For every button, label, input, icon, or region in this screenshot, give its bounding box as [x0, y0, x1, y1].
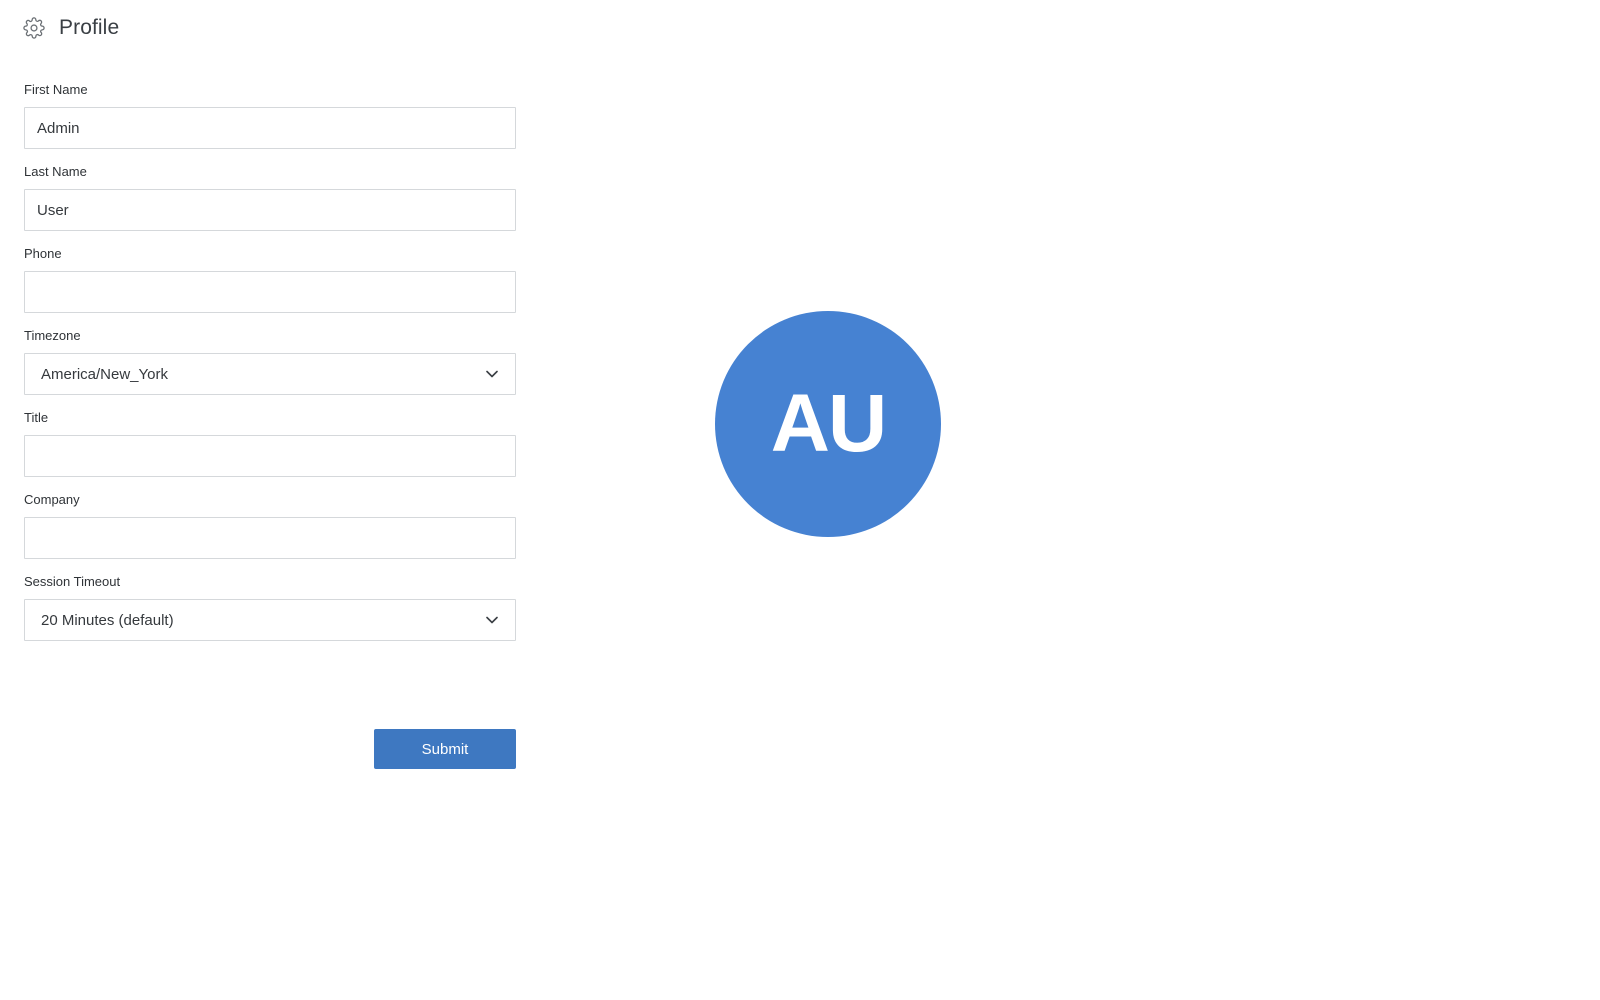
page-title: Profile [59, 16, 120, 39]
gear-icon [23, 17, 45, 39]
last-name-input[interactable] [24, 189, 516, 231]
chevron-down-icon [485, 367, 499, 381]
timezone-label: Timezone [24, 328, 81, 343]
phone-field: Phone [24, 244, 516, 313]
session-timeout-field: Session Timeout 20 Minutes (default) [24, 572, 516, 641]
phone-input[interactable] [24, 271, 516, 313]
page-header: Profile [23, 14, 119, 42]
company-input[interactable] [24, 517, 516, 559]
session-timeout-selected-value: 20 Minutes (default) [41, 611, 174, 629]
timezone-select[interactable]: America/New_York [24, 353, 516, 395]
timezone-selected-value: America/New_York [41, 365, 168, 383]
phone-label: Phone [24, 246, 62, 261]
first-name-field: First Name [24, 80, 516, 149]
timezone-field: Timezone America/New_York [24, 326, 516, 395]
title-input[interactable] [24, 435, 516, 477]
first-name-input[interactable] [24, 107, 516, 149]
profile-form: First Name Last Name Phone Timezone Amer… [24, 80, 516, 654]
chevron-down-icon [485, 613, 499, 627]
avatar: AU [715, 311, 941, 537]
title-label: Title [24, 410, 49, 425]
session-timeout-label: Session Timeout [24, 574, 121, 589]
first-name-label: First Name [24, 82, 88, 97]
session-timeout-select[interactable]: 20 Minutes (default) [24, 599, 516, 641]
company-label: Company [24, 492, 80, 507]
avatar-initials: AU [770, 378, 887, 469]
form-actions: Submit [374, 729, 516, 769]
last-name-field: Last Name [24, 162, 516, 231]
profile-page: Profile First Name Last Name Phone Timez… [0, 0, 1600, 1000]
last-name-label: Last Name [24, 164, 87, 179]
company-field: Company [24, 490, 516, 559]
title-field: Title [24, 408, 516, 477]
submit-button[interactable]: Submit [374, 729, 516, 769]
